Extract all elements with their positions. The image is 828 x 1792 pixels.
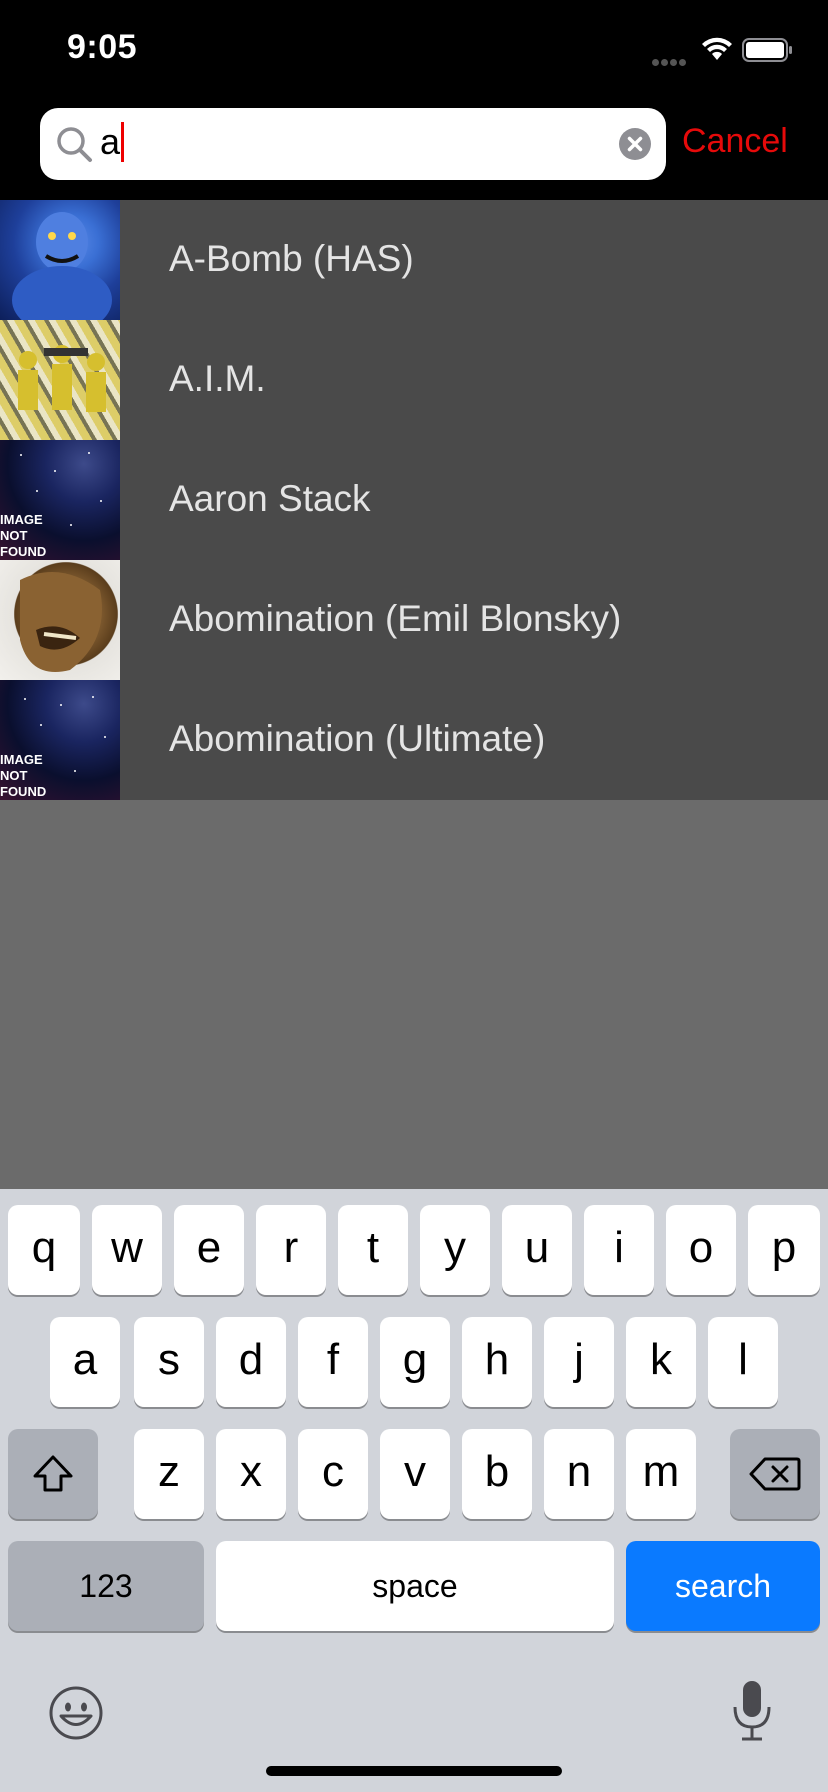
search-key[interactable]: search xyxy=(626,1541,820,1631)
search-input-value: a xyxy=(100,121,121,162)
image-not-found-thumbnail: IMAGE NOT FOUND xyxy=(0,680,120,800)
search-field[interactable]: a xyxy=(40,108,666,180)
backspace-icon xyxy=(749,1457,801,1491)
clear-search-button[interactable] xyxy=(619,128,651,160)
key-p[interactable]: p xyxy=(748,1205,820,1295)
key-x[interactable]: x xyxy=(216,1429,286,1519)
status-bar: 9:05 xyxy=(0,0,828,96)
result-label: Abomination (Emil Blonsky) xyxy=(169,598,622,639)
key-y[interactable]: y xyxy=(420,1205,490,1295)
key-d[interactable]: d xyxy=(216,1317,286,1407)
search-input[interactable]: a xyxy=(100,120,125,164)
result-label: A-Bomb (HAS) xyxy=(169,238,414,279)
key-o[interactable]: o xyxy=(666,1205,736,1295)
key-l[interactable]: l xyxy=(708,1317,778,1407)
aim-thumbnail xyxy=(0,320,120,440)
cellular-signal-icon xyxy=(652,53,692,66)
key-n[interactable]: n xyxy=(544,1429,614,1519)
list-item[interactable]: IMAGE NOT FOUND Abomination (Ultimate) xyxy=(0,680,828,800)
list-item[interactable]: Abomination (Emil Blonsky) xyxy=(0,560,828,680)
text-caret xyxy=(121,122,125,163)
a-bomb-thumbnail xyxy=(0,200,120,320)
key-r[interactable]: r xyxy=(256,1205,326,1295)
microphone-icon[interactable] xyxy=(730,1679,774,1743)
keyboard: q w e r t y u i o p a s d f g h j k l z … xyxy=(0,1189,828,1792)
key-a[interactable]: a xyxy=(50,1317,120,1407)
result-label: Abomination (Ultimate) xyxy=(169,718,546,759)
key-s[interactable]: s xyxy=(134,1317,204,1407)
key-t[interactable]: t xyxy=(338,1205,408,1295)
emoji-icon[interactable] xyxy=(48,1685,104,1741)
abomination-thumbnail xyxy=(0,560,120,680)
battery-icon xyxy=(742,38,792,62)
key-c[interactable]: c xyxy=(298,1429,368,1519)
key-z[interactable]: z xyxy=(134,1429,204,1519)
results-list: A-Bomb (HAS) A.I.M. IMAGE NOT FOUND Aaron … xyxy=(0,200,828,800)
result-label: Aaron Stack xyxy=(169,478,371,519)
key-v[interactable]: v xyxy=(380,1429,450,1519)
key-h[interactable]: h xyxy=(462,1317,532,1407)
key-m[interactable]: m xyxy=(626,1429,696,1519)
key-g[interactable]: g xyxy=(380,1317,450,1407)
key-f[interactable]: f xyxy=(298,1317,368,1407)
key-j[interactable]: j xyxy=(544,1317,614,1407)
list-item[interactable]: A.I.M. xyxy=(0,320,828,440)
image-not-found-thumbnail: IMAGE NOT FOUND xyxy=(0,440,120,560)
home-indicator[interactable] xyxy=(266,1766,562,1776)
list-item[interactable]: IMAGE NOT FOUND Aaron Stack xyxy=(0,440,828,560)
clear-icon xyxy=(627,136,643,152)
numbers-key[interactable]: 123 xyxy=(8,1541,204,1631)
key-b[interactable]: b xyxy=(462,1429,532,1519)
key-i[interactable]: i xyxy=(584,1205,654,1295)
key-e[interactable]: e xyxy=(174,1205,244,1295)
key-w[interactable]: w xyxy=(92,1205,162,1295)
result-label: A.I.M. xyxy=(169,358,266,399)
shift-key[interactable] xyxy=(8,1429,98,1519)
wifi-icon xyxy=(702,37,732,60)
search-header: a Cancel xyxy=(0,96,828,200)
search-icon xyxy=(57,127,92,162)
status-time: 9:05 xyxy=(67,28,138,66)
dimmed-background[interactable] xyxy=(0,800,828,1189)
key-u[interactable]: u xyxy=(502,1205,572,1295)
shift-icon xyxy=(33,1455,73,1492)
list-item[interactable]: A-Bomb (HAS) xyxy=(0,200,828,320)
image-not-found-text: IMAGE NOT FOUND xyxy=(0,752,47,799)
key-q[interactable]: q xyxy=(8,1205,80,1295)
cancel-button[interactable]: Cancel xyxy=(682,122,788,161)
image-not-found-text: IMAGE NOT FOUND xyxy=(0,512,47,559)
backspace-key[interactable] xyxy=(730,1429,820,1519)
space-key[interactable]: space xyxy=(216,1541,614,1631)
key-k[interactable]: k xyxy=(626,1317,696,1407)
